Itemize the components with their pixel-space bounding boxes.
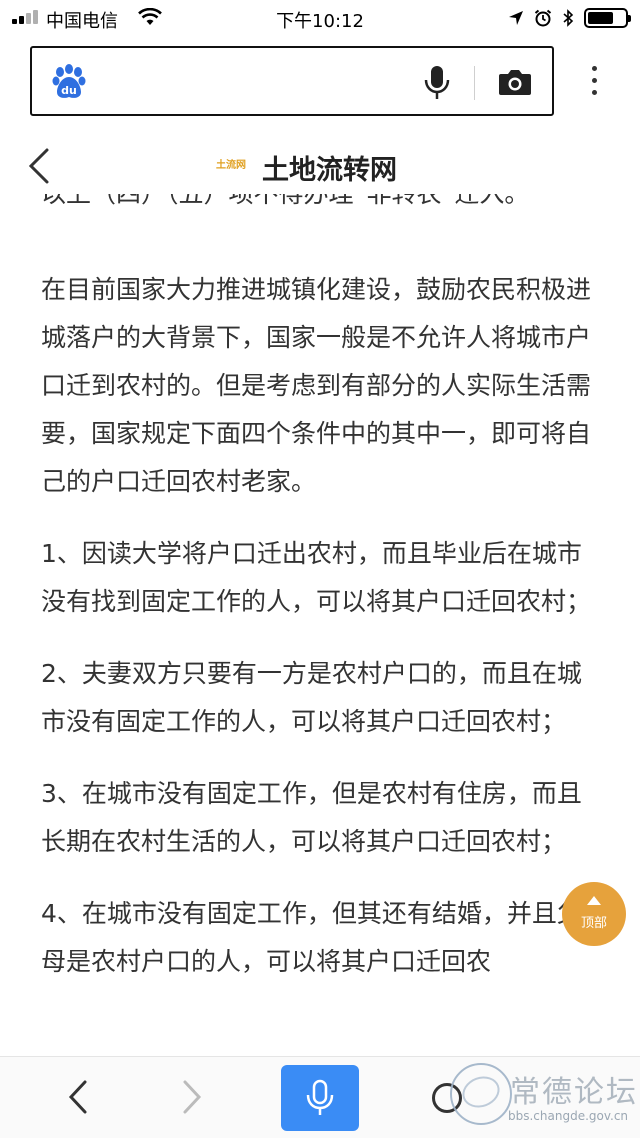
alarm-icon — [534, 9, 552, 27]
article-paragraph: 以上（四）（五）项不得办理“非转农”迁入。 — [0, 194, 640, 218]
article-paragraph: 1、因读大学将户口迁出农村，而且毕业后在城市没有找到固定工作的人，可以将其户口迁… — [41, 539, 592, 616]
status-bar: 中国电信 下午10:12 — [0, 0, 640, 36]
back-arrow-icon[interactable] — [26, 146, 52, 186]
nav-back-icon[interactable] — [66, 1079, 90, 1115]
arrow-up-icon — [587, 896, 601, 905]
browser-search-area: du — [0, 36, 640, 126]
article-paragraph: 2、夫妻双方只要有一方是农村户口的，而且在城市没有固定工作的人，可以将其户口迁回… — [41, 659, 582, 736]
voice-search-button[interactable] — [281, 1065, 359, 1131]
bluetooth-icon — [563, 9, 574, 27]
baidu-logo-text: du — [61, 84, 77, 97]
watermark-name: 常德论坛 — [510, 1075, 638, 1110]
article-paragraph: 在目前国家大力推进城镇化建设，鼓励农民积极进城落户的大背景下，国家一般是不允许人… — [41, 275, 592, 496]
back-to-top-button[interactable]: 顶部 — [562, 882, 626, 946]
bottom-toolbar: 常德论坛 bbs.changde.gov.cn — [0, 1056, 640, 1138]
camera-icon[interactable] — [498, 68, 532, 96]
baidu-paw-icon: du — [52, 64, 86, 98]
battery-icon — [584, 8, 631, 28]
search-input[interactable]: du — [30, 46, 554, 116]
back-to-top-label: 顶部 — [580, 916, 607, 931]
watermark-seal-icon — [450, 1063, 512, 1125]
site-title: 土地流转网 — [262, 155, 397, 186]
article-paragraph: 3、在城市没有固定工作，但是农村有住房，而且长期在农村生活的人，可以将其户口迁回… — [41, 779, 582, 856]
article-content: 以上（四）（五）项不得办理“非转农”迁入。 在目前国家大力推进城镇化建设，鼓励农… — [0, 194, 640, 1056]
article-paragraph: 4、在城市没有固定工作，但其还有结婚，并且父母是农村户口的人，可以将其户口迁回农 — [41, 899, 582, 976]
microphone-icon — [306, 1079, 334, 1115]
microphone-icon[interactable] — [424, 65, 450, 101]
status-right-group — [508, 8, 631, 28]
watermark-url: bbs.changde.gov.cn — [508, 1109, 629, 1123]
location-arrow-icon — [509, 11, 523, 25]
more-vertical-icon[interactable] — [588, 66, 600, 102]
nav-forward-icon[interactable] — [180, 1079, 204, 1115]
search-divider — [474, 66, 475, 100]
site-logo: 土流网 — [216, 160, 246, 171]
